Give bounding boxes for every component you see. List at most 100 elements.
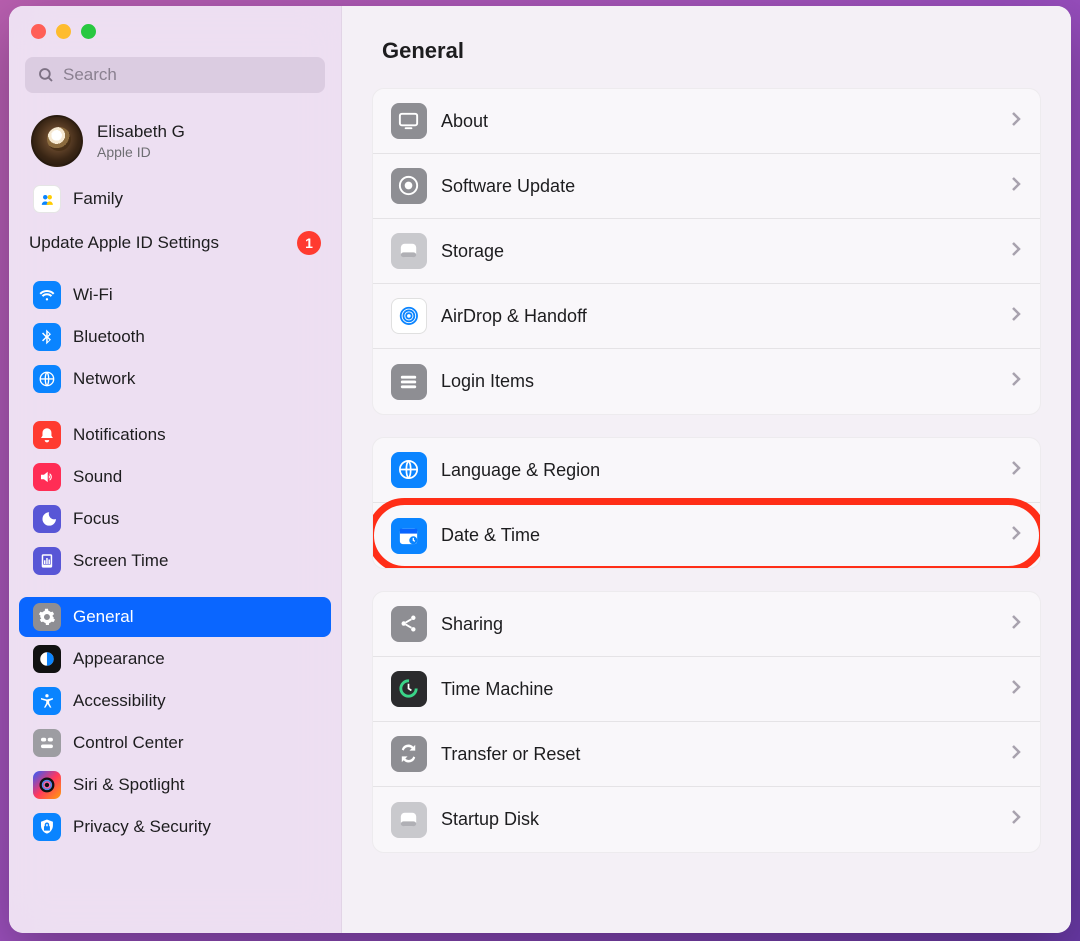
- row-label: Date & Time: [441, 525, 1010, 546]
- row-date-time[interactable]: Date & Time: [373, 503, 1040, 568]
- sidebar-item-label: Sound: [73, 467, 122, 487]
- avatar: [31, 115, 83, 167]
- row-label: Language & Region: [441, 460, 1010, 481]
- transfer-reset-icon: [391, 736, 427, 772]
- chevron-right-icon: [1010, 370, 1022, 393]
- chevron-right-icon: [1010, 459, 1022, 482]
- sidebar-item-label: Bluetooth: [73, 327, 145, 347]
- chevron-right-icon: [1010, 678, 1022, 701]
- network-icon: [33, 365, 61, 393]
- sidebar-item-label: Notifications: [73, 425, 166, 445]
- chevron-right-icon: [1010, 240, 1022, 263]
- close-window-button[interactable]: [31, 24, 46, 39]
- wifi-icon: [33, 281, 61, 309]
- sidebar-item-label: Network: [73, 369, 135, 389]
- screentime-icon: [33, 547, 61, 575]
- appearance-icon: [33, 645, 61, 673]
- row-label: Time Machine: [441, 679, 1010, 700]
- alert-badge: 1: [297, 231, 321, 255]
- row-sharing[interactable]: Sharing: [373, 592, 1040, 657]
- date-time-icon: [391, 518, 427, 554]
- sidebar-item-screentime[interactable]: Screen Time: [19, 541, 331, 581]
- minimize-window-button[interactable]: [56, 24, 71, 39]
- sidebar-item-controlcenter[interactable]: Control Center: [19, 723, 331, 763]
- zoom-window-button[interactable]: [81, 24, 96, 39]
- chevron-right-icon: [1010, 743, 1022, 766]
- chevron-right-icon: [1010, 613, 1022, 636]
- row-label: Startup Disk: [441, 809, 1010, 830]
- alert-label: Update Apple ID Settings: [29, 233, 219, 253]
- sidebar-item-label: Screen Time: [73, 551, 168, 571]
- startup-disk-icon: [391, 802, 427, 838]
- content-pane: General About Software Update StorageAirDr…: [342, 6, 1071, 933]
- sidebar-item-label: Siri & Spotlight: [73, 775, 185, 795]
- row-label: Login Items: [441, 371, 1010, 392]
- sidebar-item-update-apple-id[interactable]: Update Apple ID Settings 1: [9, 221, 341, 261]
- sidebar-item-siri[interactable]: Siri & Spotlight: [19, 765, 331, 805]
- row-label: Software Update: [441, 176, 1010, 197]
- row-label: Sharing: [441, 614, 1010, 635]
- focus-icon: [33, 505, 61, 533]
- row-storage[interactable]: Storage: [373, 219, 1040, 284]
- sidebar-item-bluetooth[interactable]: Bluetooth: [19, 317, 331, 357]
- row-software-update[interactable]: Software Update: [373, 154, 1040, 219]
- sidebar-item-notifications[interactable]: Notifications: [19, 415, 331, 455]
- chevron-right-icon: [1010, 110, 1022, 133]
- family-icon: [33, 185, 61, 213]
- settings-group: About Software Update StorageAirDrop & Han…: [372, 88, 1041, 415]
- notifications-icon: [33, 421, 61, 449]
- sidebar: Elisabeth G Apple ID Family Update Apple…: [9, 6, 342, 933]
- user-name: Elisabeth G: [97, 122, 185, 142]
- chevron-right-icon: [1010, 808, 1022, 831]
- settings-group: Language & Region Date & Time: [372, 437, 1041, 569]
- sidebar-item-wifi[interactable]: Wi-Fi: [19, 275, 331, 315]
- general-icon: [33, 603, 61, 631]
- sound-icon: [33, 463, 61, 491]
- sidebar-item-family[interactable]: Family: [19, 179, 331, 219]
- sidebar-item-label: Focus: [73, 509, 119, 529]
- settings-window: Elisabeth G Apple ID Family Update Apple…: [9, 6, 1071, 933]
- row-label: About: [441, 111, 1010, 132]
- row-label: Transfer or Reset: [441, 744, 1010, 765]
- row-airdrop[interactable]: AirDrop & Handoff: [373, 284, 1040, 349]
- window-controls: [9, 6, 341, 53]
- privacy-icon: [33, 813, 61, 841]
- bluetooth-icon: [33, 323, 61, 351]
- sharing-icon: [391, 606, 427, 642]
- user-sub: Apple ID: [97, 144, 185, 160]
- sidebar-item-apple-id[interactable]: Elisabeth G Apple ID: [9, 103, 341, 177]
- sidebar-item-accessibility[interactable]: Accessibility: [19, 681, 331, 721]
- accessibility-icon: [33, 687, 61, 715]
- sidebar-item-label: Privacy & Security: [73, 817, 211, 837]
- search-input[interactable]: [25, 57, 325, 93]
- page-title: General: [372, 16, 1041, 88]
- software-update-icon: [391, 168, 427, 204]
- sidebar-item-focus[interactable]: Focus: [19, 499, 331, 539]
- language-region-icon: [391, 452, 427, 488]
- sidebar-item-label: Accessibility: [73, 691, 166, 711]
- row-time-machine[interactable]: Time Machine: [373, 657, 1040, 722]
- sidebar-item-label: Control Center: [73, 733, 184, 753]
- sidebar-item-general[interactable]: General: [19, 597, 331, 637]
- chevron-right-icon: [1010, 175, 1022, 198]
- sidebar-item-network[interactable]: Network: [19, 359, 331, 399]
- sidebar-item-privacy[interactable]: Privacy & Security: [19, 807, 331, 847]
- sidebar-item-label: General: [73, 607, 133, 627]
- siri-icon: [33, 771, 61, 799]
- controlcenter-icon: [33, 729, 61, 757]
- login-items-icon: [391, 364, 427, 400]
- sidebar-item-appearance[interactable]: Appearance: [19, 639, 331, 679]
- row-login-items[interactable]: Login Items: [373, 349, 1040, 414]
- chevron-right-icon: [1010, 305, 1022, 328]
- settings-group: Sharing Time Machine Transfer or Reset Star…: [372, 591, 1041, 853]
- sidebar-item-sound[interactable]: Sound: [19, 457, 331, 497]
- row-about[interactable]: About: [373, 89, 1040, 154]
- row-language-region[interactable]: Language & Region: [373, 438, 1040, 503]
- time-machine-icon: [391, 671, 427, 707]
- sidebar-item-label: Family: [73, 189, 123, 209]
- row-startup-disk[interactable]: Startup Disk: [373, 787, 1040, 852]
- row-transfer-reset[interactable]: Transfer or Reset: [373, 722, 1040, 787]
- chevron-right-icon: [1010, 524, 1022, 547]
- sidebar-item-label: Appearance: [73, 649, 165, 669]
- sidebar-item-label: Wi-Fi: [73, 285, 113, 305]
